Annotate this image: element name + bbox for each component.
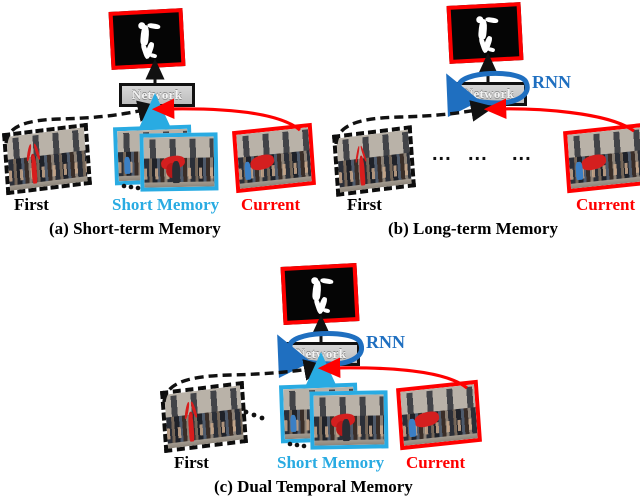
first-frame-b <box>332 125 416 197</box>
label-first-a: First <box>14 195 49 214</box>
caption-panel-a: (a) Short-term Memory <box>49 219 221 238</box>
network-box-label-a: Network <box>131 87 183 102</box>
current-frame-a <box>232 122 316 194</box>
first-frame-a <box>2 122 92 196</box>
network-box-a: Network <box>119 83 195 107</box>
caption-panel-b: (b) Long-term Memory <box>388 219 558 238</box>
first-frame-ellipsis-dots-c <box>243 409 265 421</box>
rnn-label-b: RNN <box>532 72 571 92</box>
short-memory-frame-front-c <box>309 390 389 450</box>
panel-c-dual-temporal-memory: Network RNN First Short Memory Current (… <box>160 252 500 503</box>
caption-panel-c: (c) Dual Temporal Memory <box>214 477 413 496</box>
timeline-ellipsis-b-1: ... <box>432 143 452 165</box>
first-frame-c <box>160 380 248 454</box>
label-current-b: Current <box>576 195 636 214</box>
segmentation-silhouette-icon <box>303 274 338 315</box>
segmentation-silhouette-icon <box>468 13 502 54</box>
timeline-ellipsis-b-2: ... <box>468 143 488 165</box>
network-box-label-c: Network <box>295 346 347 361</box>
network-box-label-b: Network <box>463 86 515 101</box>
timeline-ellipsis-b-3: ... <box>512 143 532 165</box>
rnn-label-c: RNN <box>366 332 405 352</box>
network-box-c: Network <box>282 342 360 366</box>
panel-a-short-term-memory: Network First Short Memory Current (a) S… <box>0 0 320 250</box>
label-current-c: Current <box>406 453 466 472</box>
output-mask-frame-c <box>280 263 360 325</box>
panel-b-long-term-memory: Network RNN ... ... ... First Current (b… <box>320 0 640 250</box>
label-current-a: Current <box>241 195 301 214</box>
segmentation-silhouette-icon <box>130 19 164 60</box>
label-first-b: First <box>347 195 382 214</box>
output-mask-frame-b <box>446 2 524 64</box>
label-short-memory-c: Short Memory <box>277 453 385 472</box>
label-short-memory-a: Short Memory <box>112 195 220 214</box>
short-memory-frame-front-a <box>139 132 219 192</box>
network-box-b: Network <box>451 82 527 106</box>
current-frame-b <box>563 122 640 194</box>
output-mask-frame-a <box>108 8 186 70</box>
label-first-c: First <box>174 453 209 472</box>
current-frame-c <box>396 379 482 451</box>
